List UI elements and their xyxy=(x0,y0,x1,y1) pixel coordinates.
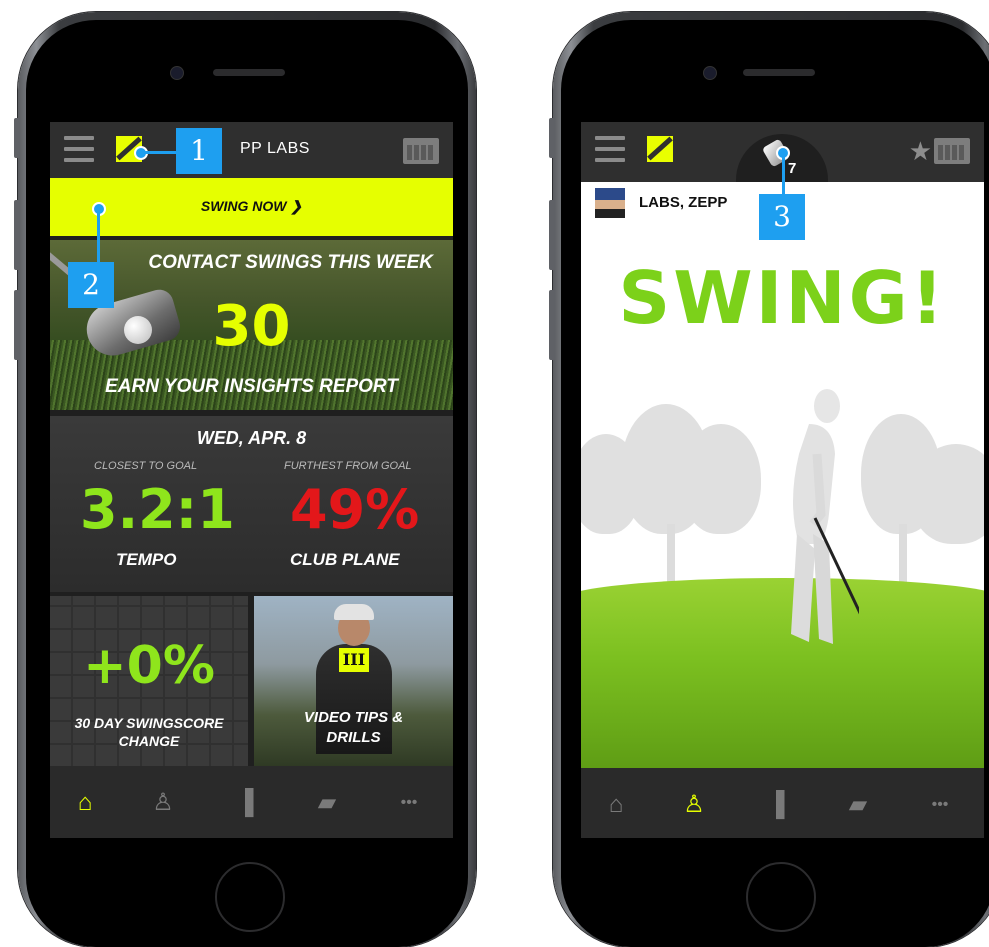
video-camera-icon[interactable]: ▰ xyxy=(843,790,873,820)
banner-subheading: EARN YOUR INSIGHTS REPORT xyxy=(105,376,398,397)
swing-now-label: SWING NOW ❯ xyxy=(200,198,303,214)
volume-down-button xyxy=(549,290,555,360)
star-icon[interactable]: ★ xyxy=(909,136,932,167)
club-plane-value: 49% xyxy=(290,478,420,541)
banner-heading: CONTACT SWINGS THIS WEEK xyxy=(148,252,433,273)
furthest-goal-label: FURTHEST FROM GOAL xyxy=(284,460,412,472)
mute-switch xyxy=(14,118,20,158)
menu-icon[interactable] xyxy=(64,136,94,162)
tempo-label: TEMPO xyxy=(116,550,177,569)
avatar xyxy=(595,188,625,218)
video-camera-icon[interactable]: ▰ xyxy=(312,788,342,818)
front-camera xyxy=(703,66,717,80)
swingscore-caption: 30 DAY SWINGSCORE CHANGE xyxy=(50,714,248,750)
callout-2: 2 xyxy=(68,262,114,308)
menu-icon[interactable] xyxy=(595,136,625,162)
left-app-screen: PP LABS SWING NOW ❯ CONTACT SWINGS THIS … xyxy=(50,122,453,838)
club-plane-label: CLUB PLANE xyxy=(290,550,400,569)
golfer-icon[interactable]: ♙ xyxy=(148,788,178,818)
profile-title: PP LABS xyxy=(240,140,310,157)
bar-chart-icon[interactable]: ▐ xyxy=(230,788,260,818)
closest-goal-label: CLOSEST TO GOAL xyxy=(94,460,198,472)
callout-2-line xyxy=(97,210,100,264)
mute-switch xyxy=(549,118,555,158)
bottom-tab-bar: ⌂ ♙ ▐ ▰ ••• xyxy=(50,766,453,838)
profile-name: LABS, ZEPP xyxy=(639,194,728,211)
top-bar: PP LABS xyxy=(50,122,453,178)
swing-stage: SWING! xyxy=(581,224,984,768)
tempo-value: 3.2:1 xyxy=(80,478,235,541)
home-icon[interactable]: ⌂ xyxy=(70,788,100,818)
swing-title: SWING! xyxy=(618,256,947,340)
golfer-figure xyxy=(791,389,859,644)
video-caption-line1: VIDEO TIPS & xyxy=(303,709,404,726)
speaker-grille xyxy=(743,69,815,76)
home-button[interactable] xyxy=(215,862,285,932)
tree-trunk xyxy=(667,524,675,584)
pillar-icon: III xyxy=(339,648,369,672)
calendar-icon[interactable] xyxy=(934,138,970,164)
club-number: 7 xyxy=(788,160,797,177)
tree-silhouette xyxy=(681,424,761,534)
video-caption-line2: DRILLS xyxy=(326,729,381,746)
swingscore-caption-line1: 30 DAY SWINGSCORE xyxy=(74,715,224,731)
home-button[interactable] xyxy=(746,862,816,932)
tree-trunk xyxy=(899,524,907,584)
volume-up-button xyxy=(549,200,555,270)
home-icon[interactable]: ⌂ xyxy=(601,790,631,820)
volume-up-button xyxy=(14,200,20,270)
swing-now-button[interactable]: SWING NOW ❯ xyxy=(50,178,453,236)
more-icon[interactable]: ••• xyxy=(394,788,424,818)
bottom-tab-bar: ⌂ ♙ ▐ ▰ ••• xyxy=(581,768,984,838)
daily-stats-card[interactable]: WED, APR. 8 CLOSEST TO GOAL 3.2:1 TEMPO … xyxy=(50,416,453,592)
callout-1: 1 xyxy=(176,128,222,174)
bar-chart-icon[interactable]: ▐ xyxy=(761,790,791,820)
swingscore-caption-line2: CHANGE xyxy=(118,733,180,749)
front-camera xyxy=(170,66,184,80)
calendar-icon[interactable] xyxy=(403,138,439,164)
video-tips-caption: VIDEO TIPS & DRILLS xyxy=(254,708,453,748)
swingscore-change-value: +0% xyxy=(83,636,215,696)
volume-down-button xyxy=(14,290,20,360)
swingscore-tile[interactable]: +0% 30 DAY SWINGSCORE CHANGE xyxy=(50,596,248,766)
callout-3-line xyxy=(782,155,785,195)
coach-hat-image xyxy=(334,604,374,620)
golfer-icon[interactable]: ♙ xyxy=(679,790,709,820)
more-icon[interactable]: ••• xyxy=(925,790,955,820)
video-tips-tile[interactable]: III VIDEO TIPS & DRILLS xyxy=(254,596,453,766)
speaker-grille xyxy=(213,69,285,76)
zepp-logo-icon[interactable] xyxy=(647,136,673,162)
callout-3: 3 xyxy=(759,194,805,240)
stats-date: WED, APR. 8 xyxy=(196,428,307,448)
